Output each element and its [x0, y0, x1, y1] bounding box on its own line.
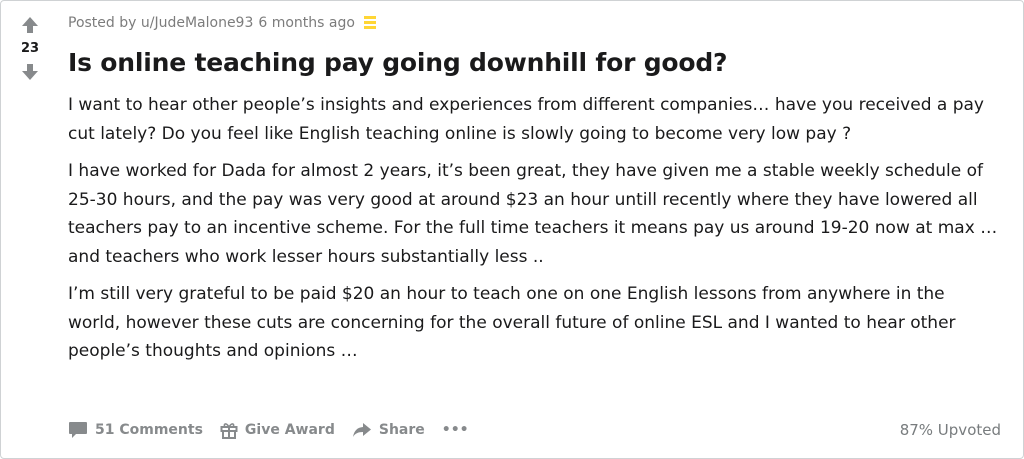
- share-label: Share: [378, 422, 425, 438]
- upvote-ratio: 87% Upvoted: [899, 421, 1001, 439]
- comments-button[interactable]: 51 Comments: [68, 421, 203, 439]
- author-link[interactable]: Posted by u/JudeMalone93: [68, 15, 253, 31]
- post-paragraph: I have worked for Dada for almost 2 year…: [68, 161, 998, 267]
- post-content: Posted by u/JudeMalone93 6 months ago Is…: [68, 1, 1001, 375]
- post-card: 23 Posted by u/JudeMalone93 6 months ago…: [0, 0, 1024, 459]
- post-meta: Posted by u/JudeMalone93 6 months ago: [68, 13, 1001, 33]
- more-options-button[interactable]: •••: [442, 422, 469, 438]
- vote-column: 23: [1, 1, 59, 458]
- comments-label: 51 Comments: [95, 422, 203, 438]
- give-award-button[interactable]: Give Award: [220, 421, 335, 439]
- share-arrow-icon: [352, 423, 371, 437]
- share-button[interactable]: Share: [352, 422, 425, 438]
- saved-bookmark-icon: [363, 15, 377, 31]
- post-footer: 51 Comments Give Award Share ••• 87% Upv…: [68, 416, 1001, 444]
- post-title[interactable]: Is online teaching pay going downhill fo…: [68, 47, 1001, 79]
- downvote-arrow-icon[interactable]: [18, 60, 42, 84]
- give-award-label: Give Award: [244, 422, 335, 438]
- post-paragraph: I want to hear other people’s insights a…: [68, 95, 984, 144]
- more-dots-icon: •••: [441, 422, 469, 438]
- post-body: I want to hear other people’s insights a…: [68, 91, 1001, 366]
- post-time[interactable]: 6 months ago: [258, 15, 355, 31]
- vote-score: 23: [20, 41, 40, 56]
- post-paragraph: I’m still very grateful to be paid $20 a…: [68, 284, 956, 361]
- upvote-arrow-icon[interactable]: [18, 13, 42, 37]
- gift-icon: [220, 423, 238, 439]
- comment-bubble-icon: [69, 422, 87, 438]
